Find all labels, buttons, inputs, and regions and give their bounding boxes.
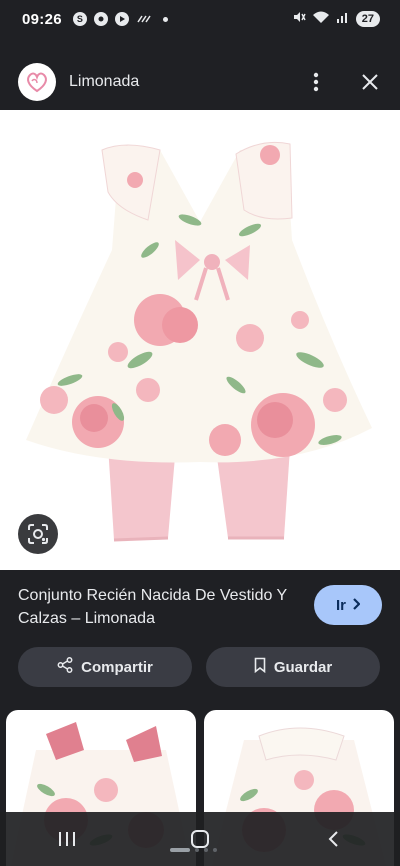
go-button[interactable]: Ir: [314, 585, 382, 625]
save-button[interactable]: Guardar: [206, 647, 380, 687]
scroll-indicator-dot: [195, 848, 199, 852]
status-bar: 09:26 S 27: [0, 0, 400, 38]
recents-icon[interactable]: [37, 819, 97, 859]
share-icon: [57, 657, 73, 677]
play-icon: [114, 12, 129, 26]
status-right: 27: [292, 10, 380, 28]
notification-b-icon: [93, 12, 108, 26]
dress-illustration: [26, 141, 372, 542]
signal-icon: [336, 10, 350, 28]
bookmark-icon: [254, 657, 266, 677]
screen: 09:26 S 27 Limonada Conjunto Recién Naci…: [0, 0, 400, 866]
wifi-icon: [312, 10, 330, 28]
app-header: Limonada: [0, 56, 400, 108]
status-time: 09:26: [22, 10, 62, 28]
product-title[interactable]: Conjunto Recién Nacida De Vestido Y Calz…: [18, 584, 288, 630]
header-actions: [304, 70, 382, 94]
home-icon[interactable]: [170, 819, 230, 859]
scroll-indicator-dot: [213, 848, 217, 852]
battery-indicator: 27: [355, 11, 380, 27]
mute-icon: [292, 10, 306, 28]
status-left: 09:26 S: [22, 11, 168, 28]
site-name[interactable]: Limonada: [69, 73, 139, 91]
lens-icon[interactable]: [18, 514, 58, 554]
system-nav-bar: [0, 812, 400, 866]
more-vert-icon[interactable]: [304, 70, 328, 94]
back-icon[interactable]: [303, 819, 363, 859]
scroll-indicator-active: [170, 848, 190, 852]
save-label: Guardar: [273, 658, 333, 676]
more-notifications-dot: [162, 16, 168, 22]
go-button-label: Ir: [335, 596, 346, 614]
scroll-indicator: [170, 848, 217, 852]
limonada-logo-icon[interactable]: [18, 63, 56, 101]
notification-s-icon: S: [72, 12, 87, 26]
chevron-right-icon: [352, 597, 361, 614]
share-label: Compartir: [81, 658, 153, 676]
product-image[interactable]: [0, 110, 400, 570]
share-button[interactable]: Compartir: [18, 647, 192, 687]
wifi-calling-icon: [136, 11, 152, 28]
scroll-indicator-dot: [204, 848, 208, 852]
close-icon[interactable]: [358, 70, 382, 94]
